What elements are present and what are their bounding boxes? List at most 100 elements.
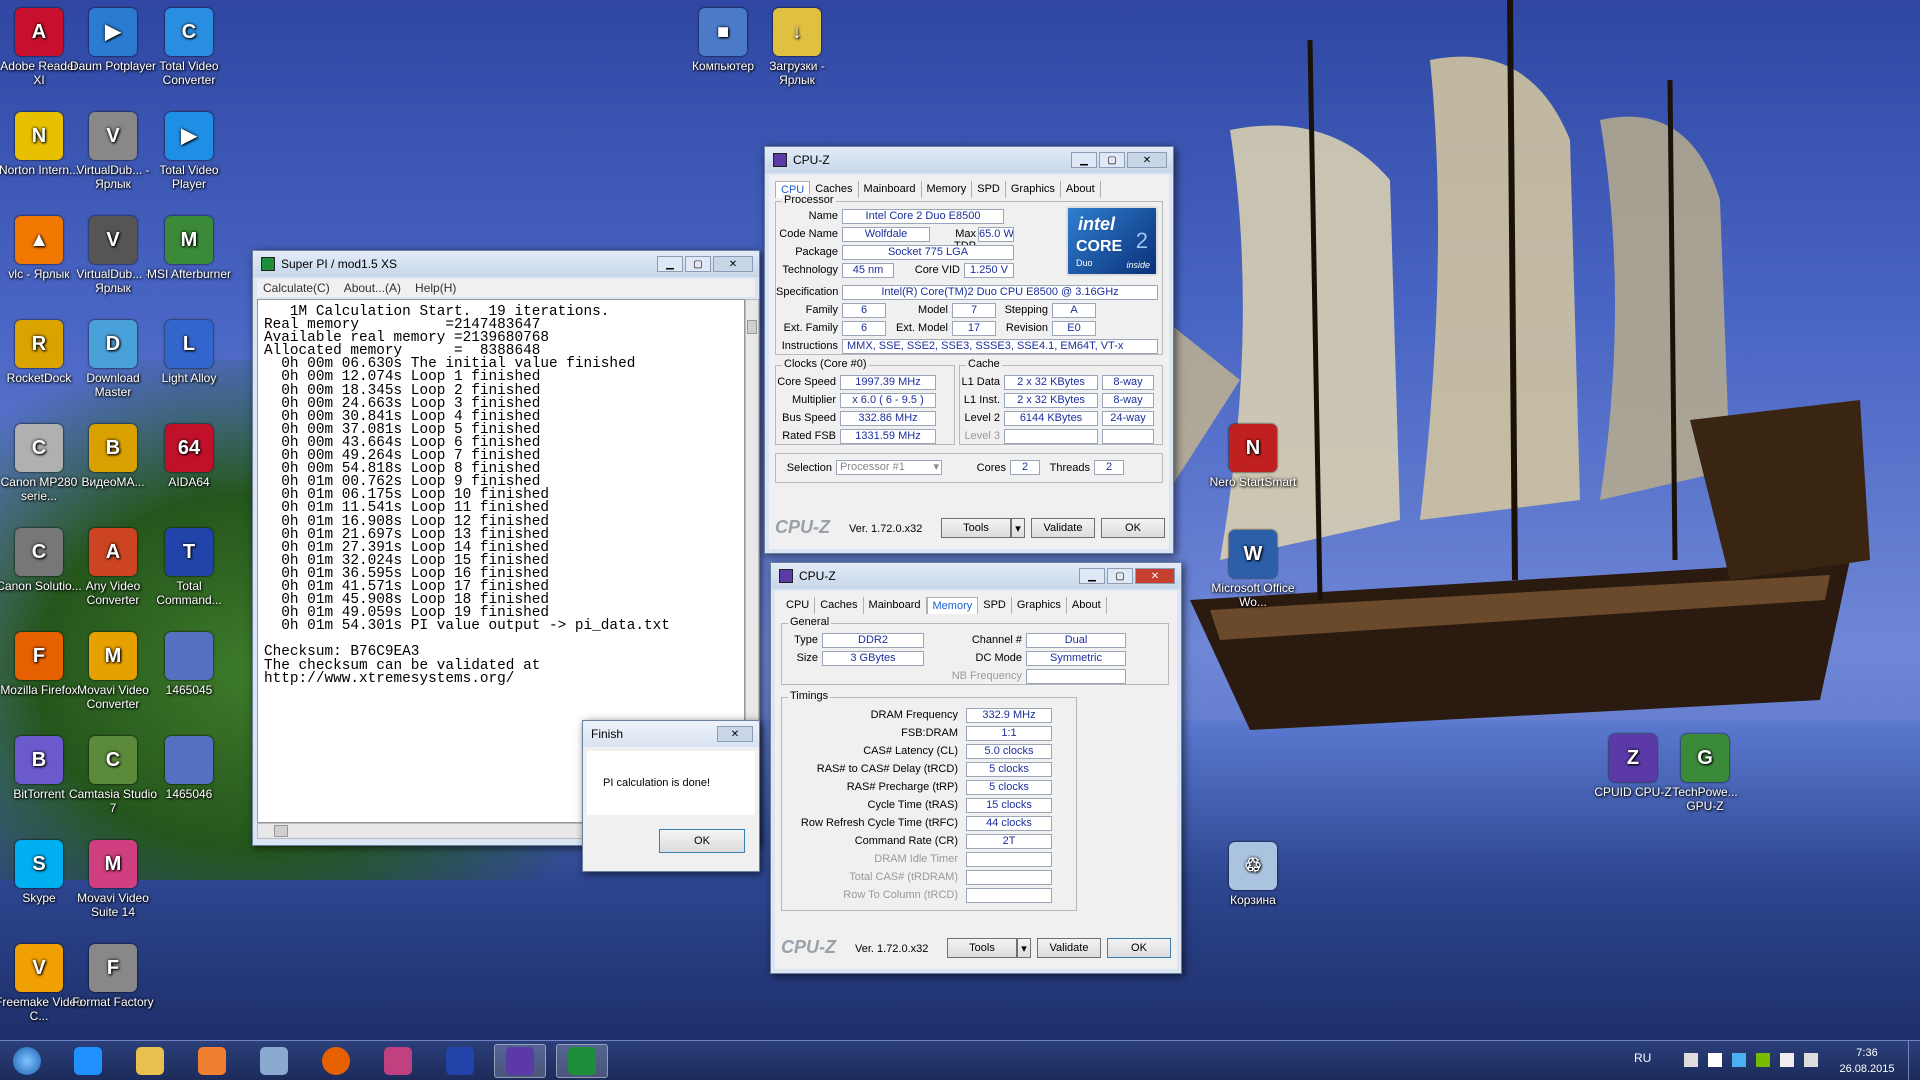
desktop-icon-label: MSI Afterburner xyxy=(146,267,232,281)
close-button[interactable]: ✕ xyxy=(1127,152,1167,168)
clock[interactable]: 7:36 26.08.2015 xyxy=(1832,1045,1902,1077)
package-value: Socket 775 LGA xyxy=(842,245,1014,260)
finish-ok-button[interactable]: OK xyxy=(659,829,745,853)
tab-spd[interactable]: SPD xyxy=(978,597,1012,614)
tools-dropdown-button[interactable]: ▾ xyxy=(1011,518,1025,538)
tab-mainboard[interactable]: Mainboard xyxy=(859,181,922,198)
level2-label: Level 2 xyxy=(964,412,1000,424)
taskbar-cpuz[interactable] xyxy=(494,1044,546,1078)
ok-button[interactable]: OK xyxy=(1107,938,1171,958)
extfamily-label: Ext. Family xyxy=(783,322,838,334)
desktop-icon[interactable]: ↓ Загрузки - Ярлык xyxy=(752,4,842,87)
tools-dropdown-button[interactable]: ▾ xyxy=(1017,938,1031,958)
desktop-icon[interactable]: 1465046 xyxy=(144,732,234,801)
taskbar-total-commander[interactable] xyxy=(434,1044,486,1078)
app-icon: ▶ xyxy=(89,8,137,56)
size-value: 3 GBytes xyxy=(822,651,924,666)
superpi-titlebar[interactable]: Super PI / mod1.5 XS ▁ ▢ ✕ xyxy=(253,251,759,277)
desktop-icon-label: Movavi Video Suite 14 xyxy=(77,891,149,919)
tab-caches[interactable]: Caches xyxy=(815,597,864,614)
desktop-icon[interactable]: ▶ Total Video Player xyxy=(144,108,234,191)
timing-value: 44 clocks xyxy=(966,816,1052,831)
validate-button[interactable]: Validate xyxy=(1031,518,1095,538)
close-button[interactable]: ✕ xyxy=(1135,568,1175,584)
desktop-icon[interactable]: L Light Alloy xyxy=(144,316,234,385)
superpi-app-icon xyxy=(261,257,275,271)
desktop-icon[interactable]: T Total Command... xyxy=(144,524,234,607)
app-icon: T xyxy=(165,528,213,576)
finish-close-button[interactable]: ✕ xyxy=(717,726,753,742)
windows-icon[interactable] xyxy=(1732,1053,1746,1067)
taskbar-paint[interactable] xyxy=(248,1044,300,1078)
desktop-icon[interactable]: M MSI Afterburner xyxy=(144,212,234,281)
timing-value: 332.9 MHz xyxy=(966,708,1052,723)
tools-button[interactable]: Tools xyxy=(941,518,1011,538)
desktop-icon[interactable]: F Format Factory xyxy=(68,940,158,1009)
maximize-button[interactable]: ▢ xyxy=(1099,152,1125,168)
minimize-button[interactable]: ▁ xyxy=(657,256,683,272)
desktop-icon-label: Total Command... xyxy=(156,579,222,607)
tab-memory[interactable]: Memory xyxy=(922,181,973,198)
desktop-icon-label: Total Video Converter xyxy=(159,59,219,87)
tab-cpu[interactable]: CPU xyxy=(781,597,816,614)
cores-label: Cores xyxy=(976,462,1006,474)
tab-about[interactable]: About xyxy=(1061,181,1101,198)
start-button[interactable] xyxy=(2,1044,52,1078)
volume-icon[interactable] xyxy=(1804,1053,1818,1067)
timing-value xyxy=(966,888,1052,903)
tray-icon[interactable] xyxy=(1684,1053,1698,1067)
flag-icon[interactable] xyxy=(1708,1053,1722,1067)
finish-titlebar[interactable]: Finish ✕ xyxy=(583,721,759,747)
app-icon: N xyxy=(15,112,63,160)
tab-graphics[interactable]: Graphics xyxy=(1006,181,1061,198)
desktop-icon[interactable]: M Movavi Video Suite 14 xyxy=(68,836,158,919)
taskbar-ie[interactable] xyxy=(62,1044,114,1078)
timing-value: 5 clocks xyxy=(966,762,1052,777)
desktop-icon[interactable]: G TechPowe... GPU-Z xyxy=(1660,730,1750,813)
cpuz-titlebar[interactable]: CPU-Z ▁ ▢ ✕ xyxy=(765,147,1173,173)
desktop-icon[interactable]: 64 AIDA64 xyxy=(144,420,234,489)
close-button[interactable]: ✕ xyxy=(713,256,753,272)
maximize-button[interactable]: ▢ xyxy=(685,256,711,272)
tab-memory[interactable]: Memory xyxy=(926,597,979,614)
cpuz2-panel: CPU Caches Mainboard Memory SPD Graphics… xyxy=(775,591,1177,969)
minimize-button[interactable]: ▁ xyxy=(1071,152,1097,168)
language-indicator[interactable]: RU xyxy=(1634,1051,1651,1065)
taskbar-firefox[interactable] xyxy=(310,1044,362,1078)
app-icon: A xyxy=(89,528,137,576)
level2-value: 6144 KBytes xyxy=(1004,411,1098,426)
desktop-icon[interactable]: W Microsoft Office Wo... xyxy=(1208,526,1298,609)
processor-select[interactable]: Processor #1 ▾ xyxy=(836,460,942,475)
nvidia-icon[interactable] xyxy=(1756,1053,1770,1067)
show-desktop-button[interactable] xyxy=(1908,1041,1920,1080)
maximize-button[interactable]: ▢ xyxy=(1107,568,1133,584)
validate-button[interactable]: Validate xyxy=(1037,938,1101,958)
app-icon xyxy=(165,736,213,784)
maxtdp-value: 65.0 W xyxy=(978,227,1014,242)
menu-calculate[interactable]: Calculate(C) xyxy=(263,279,330,297)
tab-about[interactable]: About xyxy=(1067,597,1107,614)
desktop-icon[interactable]: ♲ Корзина xyxy=(1208,838,1298,907)
tab-mainboard[interactable]: Mainboard xyxy=(864,597,927,614)
tab-graphics[interactable]: Graphics xyxy=(1012,597,1067,614)
desktop-icon[interactable]: C Total Video Converter xyxy=(144,4,234,87)
cpuz2-titlebar[interactable]: CPU-Z ▁ ▢ ✕ xyxy=(771,563,1181,589)
desktop-icon[interactable]: N Nero StartSmart xyxy=(1208,420,1298,489)
ok-button[interactable]: OK xyxy=(1101,518,1165,538)
timing-label: FSB:DRAM xyxy=(901,727,958,739)
tools-button[interactable]: Tools xyxy=(947,938,1017,958)
taskbar-media-player[interactable] xyxy=(186,1044,238,1078)
menu-help[interactable]: Help(H) xyxy=(415,279,456,297)
name-value: Intel Core 2 Duo E8500 xyxy=(842,209,1004,224)
network-icon[interactable] xyxy=(1780,1053,1794,1067)
nbfreq-label: NB Frequency xyxy=(951,670,1022,682)
minimize-button[interactable]: ▁ xyxy=(1079,568,1105,584)
taskbar-app[interactable] xyxy=(372,1044,424,1078)
desktop-icon[interactable]: 1465045 xyxy=(144,628,234,697)
log-line: http://www.xtremesystems.org/ xyxy=(264,670,515,687)
taskbar-superpi[interactable] xyxy=(556,1044,608,1078)
menu-about[interactable]: About...(A) xyxy=(344,279,401,297)
tab-spd[interactable]: SPD xyxy=(972,181,1006,198)
l1inst-value: 2 x 32 KBytes xyxy=(1004,393,1098,408)
taskbar-explorer[interactable] xyxy=(124,1044,176,1078)
